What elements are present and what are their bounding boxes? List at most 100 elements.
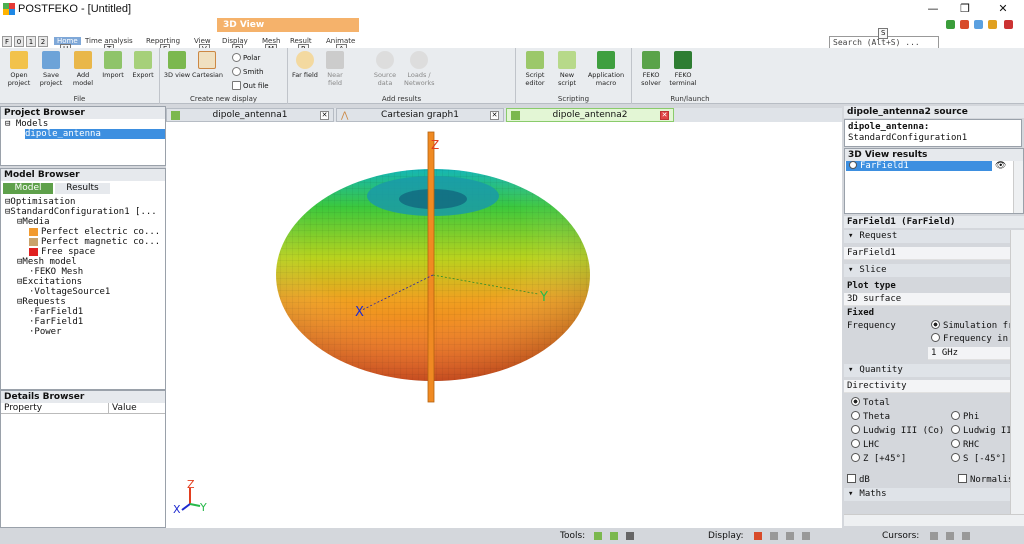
group-run-launch: FEKO solver FEKO terminal Run/launch <box>632 48 748 104</box>
request-select[interactable]: FarField1 <box>844 247 1010 260</box>
minimize-button[interactable]: — <box>918 1 948 17</box>
section-request[interactable]: ▾ Request <box>844 230 1024 243</box>
properties-scrollbar[interactable] <box>1010 230 1024 514</box>
component-option[interactable]: Phi <box>948 411 1010 424</box>
model-tree-item[interactable]: ⊟ StandardConfiguration1 [... <box>5 207 165 217</box>
export-button[interactable]: Export <box>128 51 158 79</box>
model-tree-item[interactable]: · FarField1 <box>5 317 165 327</box>
dipole-element <box>427 131 435 403</box>
3d-view-button[interactable]: 3D view <box>162 51 192 79</box>
model-tree-item[interactable]: · FEKO Mesh <box>5 267 165 277</box>
freq-option-frequency[interactable]: Frequency in <box>928 333 1010 346</box>
model-tree-item[interactable]: · FarField1 <box>5 307 165 317</box>
model-tree-item[interactable]: ⊟ Mesh model <box>5 257 165 267</box>
display-icon[interactable] <box>802 532 810 540</box>
near-field-button[interactable]: Near field <box>320 51 350 87</box>
source-model: dipole_antenna: <box>848 122 930 132</box>
component-option[interactable]: Ludwig III (Co) <box>848 425 946 438</box>
help-icon[interactable] <box>988 20 997 29</box>
3d-view-canvas[interactable]: X Y Z Z X Y <box>166 122 842 528</box>
close-button[interactable]: ✕ <box>988 1 1018 17</box>
scrollbar[interactable] <box>1013 161 1023 213</box>
section-slice[interactable]: ▾ Slice <box>844 264 1024 277</box>
model-tree-item[interactable]: · VoltageSource1 <box>5 287 165 297</box>
feko-solver-button[interactable]: FEKO solver <box>636 51 666 87</box>
cartesian-button[interactable]: Cartesian <box>192 51 223 79</box>
component-option[interactable]: S [-45°] <box>948 453 1010 466</box>
cursor-icon[interactable] <box>930 532 938 540</box>
smith-button[interactable]: Smith <box>232 67 263 76</box>
plot-type-select[interactable]: 3D surface <box>844 293 1010 306</box>
keytip: S <box>878 28 889 39</box>
open-project-button[interactable]: Open project <box>4 51 34 87</box>
normalise-checkbox[interactable]: Normalis <box>955 474 1010 487</box>
display-icon[interactable] <box>770 532 778 540</box>
section-quantity[interactable]: ▾ Quantity <box>844 364 1024 377</box>
model-tree-item[interactable]: ⊟ Optimisation <box>5 197 165 207</box>
tool-icon[interactable] <box>594 532 602 540</box>
horizontal-scrollbar[interactable] <box>844 514 1024 526</box>
display-icon[interactable] <box>754 532 762 540</box>
feko-terminal-button[interactable]: FEKO terminal <box>668 51 698 87</box>
application-macro-button[interactable]: Application macro <box>586 51 626 87</box>
model-tree-item[interactable]: ⊟ Media <box>5 217 165 227</box>
polar-button[interactable]: Polar <box>232 53 260 62</box>
close-tab-icon[interactable]: ✕ <box>660 111 669 120</box>
tools-label: Tools: <box>560 531 586 541</box>
quantity-select[interactable]: Directivity <box>844 380 1010 393</box>
source-data-button[interactable]: Source data <box>370 51 400 87</box>
result-item-farfield1[interactable]: FarField1 <box>846 161 992 171</box>
view-results-title: 3D View results <box>845 149 1023 161</box>
visibility-eye-icon[interactable]: 👁 <box>995 161 1006 171</box>
component-option[interactable]: LHC <box>848 439 946 452</box>
tool-icon[interactable] <box>610 532 618 540</box>
component-option[interactable]: Ludwig III <box>948 425 1010 438</box>
freq-option-simulation[interactable]: Simulation fr <box>928 320 1010 333</box>
db-checkbox[interactable]: dB <box>844 474 934 487</box>
model-tree-item[interactable]: ⊟ Excitations <box>5 277 165 287</box>
group-label: Add results <box>381 95 422 103</box>
display-icon[interactable] <box>786 532 794 540</box>
layout-icon[interactable] <box>974 20 983 29</box>
far-field-button[interactable]: Far field <box>290 51 320 79</box>
model-tree-item[interactable]: Perfect electric co... <box>5 227 165 237</box>
close-tab-icon[interactable]: ✕ <box>490 111 499 120</box>
tab-dipole-antenna2[interactable]: dipole_antenna2 ✕ <box>506 108 674 122</box>
window-icon[interactable] <box>946 20 955 29</box>
component-option[interactable]: Z [+45°] <box>848 453 946 466</box>
loads-networks-button[interactable]: Loads / Networks <box>404 51 435 87</box>
model-tree-item[interactable]: · Power <box>5 327 165 337</box>
add-model-button[interactable]: Add model <box>68 51 98 87</box>
cursor-icon[interactable] <box>946 532 954 540</box>
qat-keytip[interactable]: F <box>2 36 12 47</box>
tree-item-dipole-antenna[interactable]: dipole_antenna <box>25 129 165 139</box>
save-project-button[interactable]: Save project <box>36 51 66 87</box>
frequency-input[interactable]: 1 GHz <box>928 347 1010 360</box>
maximize-button[interactable]: ❐ <box>950 1 980 17</box>
new-script-button[interactable]: New script <box>552 51 582 87</box>
component-option[interactable]: Total <box>848 397 946 410</box>
layout-icon[interactable] <box>960 20 969 29</box>
close-tab-icon[interactable]: ✕ <box>320 111 329 120</box>
section-maths[interactable]: ▾ Maths <box>844 488 1024 501</box>
tab-results[interactable]: Results <box>55 183 110 194</box>
tab-dipole-antenna1[interactable]: dipole_antenna1 ✕ <box>166 108 334 122</box>
tab-model[interactable]: Model <box>3 183 53 194</box>
cursor-icon[interactable] <box>962 532 970 540</box>
tab-cartesian-graph1[interactable]: ⋀ Cartesian graph1 ✕ <box>336 108 504 122</box>
import-button[interactable]: Import <box>98 51 128 79</box>
component-option[interactable]: RHC <box>948 439 1010 452</box>
model-tree-item[interactable]: ⊟ Requests <box>5 297 165 307</box>
script-editor-button[interactable]: Script editor <box>520 51 550 87</box>
qat-keytip[interactable]: 2 <box>38 36 48 47</box>
qat-keytip[interactable]: 1 <box>26 36 36 47</box>
out-file-button[interactable]: Out file <box>232 81 269 90</box>
axis-y-label: Y <box>539 290 548 305</box>
tool-icon[interactable] <box>626 532 634 540</box>
model-tree-item[interactable]: Perfect magnetic co... <box>5 237 165 247</box>
settings-icon[interactable] <box>1004 20 1013 29</box>
tree-item-models[interactable]: ⊟ Models <box>5 119 165 129</box>
model-tree-item[interactable]: Free space <box>5 247 165 257</box>
qat-keytip[interactable]: 0 <box>14 36 24 47</box>
component-option[interactable]: Theta <box>848 411 946 424</box>
